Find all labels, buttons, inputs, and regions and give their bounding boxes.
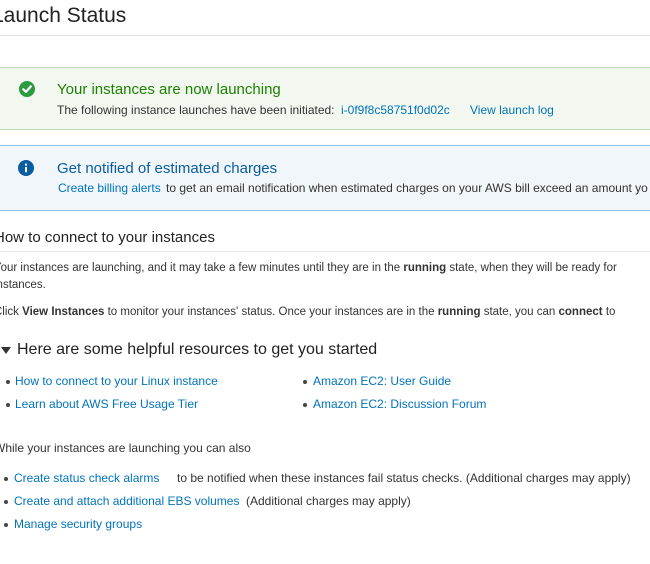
ebs-volumes-link[interactable]: Create and attach additional EBS volumes — [14, 494, 239, 508]
running-label: running — [403, 262, 447, 274]
connect-text: Your instances are launching, and it may… — [0, 262, 401, 274]
info-icon — [18, 160, 34, 176]
bullet-icon — [4, 523, 8, 527]
page-title: Launch Status — [0, 4, 127, 27]
title-divider — [0, 35, 650, 36]
expand-caret-icon[interactable] — [1, 347, 11, 354]
discussion-forum-link[interactable]: Amazon EC2: Discussion Forum — [313, 397, 486, 411]
free-usage-tier-link[interactable]: Learn about AWS Free Usage Tier — [15, 397, 198, 411]
user-guide-link[interactable]: Amazon EC2: User Guide — [313, 374, 451, 388]
connect-divider — [0, 251, 650, 252]
success-title: Your instances are now launching — [57, 81, 281, 98]
billing-info-text: to get an email notification when estima… — [166, 181, 648, 195]
while-launching-heading: While your instances are launching you c… — [0, 441, 251, 455]
billing-info-alert — [0, 145, 650, 211]
running-label: running — [437, 306, 481, 318]
view-instances-label: View Instances — [22, 306, 105, 318]
connect-text: to — [605, 306, 616, 318]
connect-paragraph-1: Your instances are launching, and it may… — [0, 262, 617, 274]
check-circle-icon — [19, 81, 35, 97]
resources-heading[interactable]: Here are some helpful resources to get y… — [17, 341, 377, 359]
connect-paragraph-1-line2: instances. — [0, 279, 46, 291]
bullet-icon — [4, 500, 8, 504]
connect-text: state, when they will be ready for — [449, 262, 617, 274]
ebs-volumes-text: (Additional charges may apply) — [246, 494, 411, 508]
instance-id-link[interactable]: i-0f9f8c58751f0d02c — [341, 103, 450, 117]
connect-heading: How to connect to your instances — [0, 229, 215, 246]
connect-text: state, you can — [483, 306, 556, 318]
billing-info-title: Get notified of estimated charges — [57, 160, 278, 177]
bullet-icon — [6, 380, 10, 384]
create-billing-alerts-link[interactable]: Create billing alerts — [58, 181, 161, 195]
linux-connect-link[interactable]: How to connect to your Linux instance — [15, 374, 218, 388]
bullet-icon — [6, 403, 10, 407]
connect-paragraph-2: Click View Instances to monitor your ins… — [0, 306, 615, 318]
bullet-icon — [303, 403, 307, 407]
connect-text: to monitor your instances' status. Once … — [107, 306, 435, 318]
status-check-alarms-text: to be notified when these instances fail… — [177, 471, 631, 485]
success-message: The following instance launches have bee… — [57, 103, 335, 117]
launch-success-alert — [0, 67, 650, 130]
bullet-icon — [303, 380, 307, 384]
status-check-alarms-link[interactable]: Create status check alarms — [14, 471, 159, 485]
view-launch-log-link[interactable]: View launch log — [470, 103, 554, 117]
connect-label: connect — [558, 306, 603, 318]
bullet-icon — [4, 477, 8, 481]
connect-text: Click — [0, 306, 19, 318]
security-groups-link[interactable]: Manage security groups — [14, 517, 142, 531]
